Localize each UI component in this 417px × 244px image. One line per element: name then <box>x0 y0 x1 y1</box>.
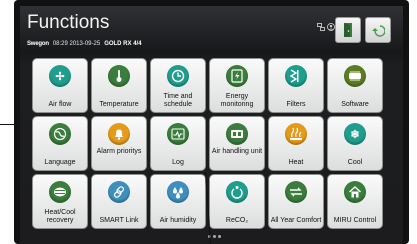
thermometer-icon <box>108 65 130 87</box>
tile-heat[interactable]: Heat <box>268 116 324 171</box>
tile-label: Air flow <box>48 101 72 108</box>
tile-label: Filters <box>286 101 306 108</box>
tile-software[interactable]: Software <box>327 58 383 113</box>
back-button[interactable] <box>365 17 391 43</box>
unit-model: GOLD RX 4/4 <box>104 41 142 47</box>
snowflake-icon: ❄ <box>344 123 366 145</box>
tile-label: Energy monitoring <box>220 93 254 108</box>
recovery-icon <box>49 181 71 203</box>
tile-label: Language <box>44 159 76 166</box>
tile-temperature[interactable]: Temperature <box>91 58 147 113</box>
tile-time-schedule[interactable]: Time and schedule <box>150 58 206 113</box>
tile-label: SMART Link <box>99 217 139 224</box>
log-icon <box>167 123 189 145</box>
globe-icon <box>49 123 71 145</box>
tile-energy-monitoring[interactable]: Energy monitoring <box>209 58 265 113</box>
droplets-icon <box>167 181 189 203</box>
door-exit-icon <box>344 23 352 37</box>
tile-label: Heat <box>288 159 304 166</box>
tile-language[interactable]: Language <box>32 116 88 171</box>
exit-button[interactable] <box>335 17 361 43</box>
tile-label: MIRU Control <box>333 217 377 224</box>
tile-label: Air humidity <box>159 217 197 224</box>
filter-icon <box>285 65 307 87</box>
tile-label: Log <box>172 159 184 166</box>
network-icon <box>317 18 325 31</box>
tile-all-year-comfort[interactable]: All Year Comfort <box>268 174 324 229</box>
tile-alarm-prioritys[interactable]: Alarm prioritys <box>91 116 147 171</box>
heat-icon <box>285 123 307 145</box>
tile-label: ReCO₂ <box>225 217 249 224</box>
link-icon <box>108 181 130 203</box>
tile-label: Software <box>341 101 369 108</box>
tile-label: All Year Comfort <box>270 217 322 224</box>
tile-label: Time and schedule <box>163 93 193 108</box>
energy-icon <box>226 65 248 87</box>
tile-miru-control[interactable]: MIRU Control <box>327 174 383 229</box>
user-icon <box>327 18 335 31</box>
tile-air-humidity[interactable]: Air humidity <box>150 174 206 229</box>
tile-log[interactable]: Log <box>150 116 206 171</box>
bell-icon <box>108 123 130 145</box>
tile-smart-link[interactable]: SMART Link <box>91 174 147 229</box>
tile-cool[interactable]: ❄ Cool <box>327 116 383 171</box>
page-dot <box>218 235 221 238</box>
page-title: Functions <box>27 12 110 33</box>
tile-label: Temperature <box>99 101 139 108</box>
house-icon <box>344 181 366 203</box>
functions-screen: Functions Swegon 08:29 2013-09-25 GOLD R… <box>20 6 403 244</box>
tile-label: Air handling unit <box>211 148 263 155</box>
brand-logo: Swegon <box>27 41 49 47</box>
reco2-icon <box>226 181 248 203</box>
clock-icon <box>167 65 189 87</box>
software-icon <box>344 65 366 87</box>
page-dot <box>213 235 216 238</box>
status-icons <box>317 18 335 31</box>
tile-heat-cool-recovery[interactable]: Heat/Cool recovery <box>32 174 88 229</box>
datetime: 08:29 2013-09-25 <box>52 41 101 47</box>
tile-filters[interactable]: Filters <box>268 58 324 113</box>
function-grid: ✢ Air flow Temperature Time and schedule… <box>32 58 396 229</box>
tile-label: Alarm prioritys <box>96 148 142 155</box>
ahu-icon <box>226 123 248 145</box>
tile-air-handling-unit[interactable]: Air handling unit <box>209 116 265 171</box>
tile-reco2[interactable]: ReCO₂ <box>209 174 265 229</box>
tile-label: Cool <box>347 159 363 166</box>
subtitle-bar: Swegon 08:29 2013-09-25 GOLD RX 4/4 <box>27 39 142 49</box>
fan-icon: ✢ <box>49 65 71 87</box>
tile-label: Heat/Cool recovery <box>44 209 76 224</box>
tile-air-flow[interactable]: ✢ Air flow <box>32 58 88 113</box>
back-arrow-icon <box>372 25 385 37</box>
comfort-icon <box>285 181 307 203</box>
